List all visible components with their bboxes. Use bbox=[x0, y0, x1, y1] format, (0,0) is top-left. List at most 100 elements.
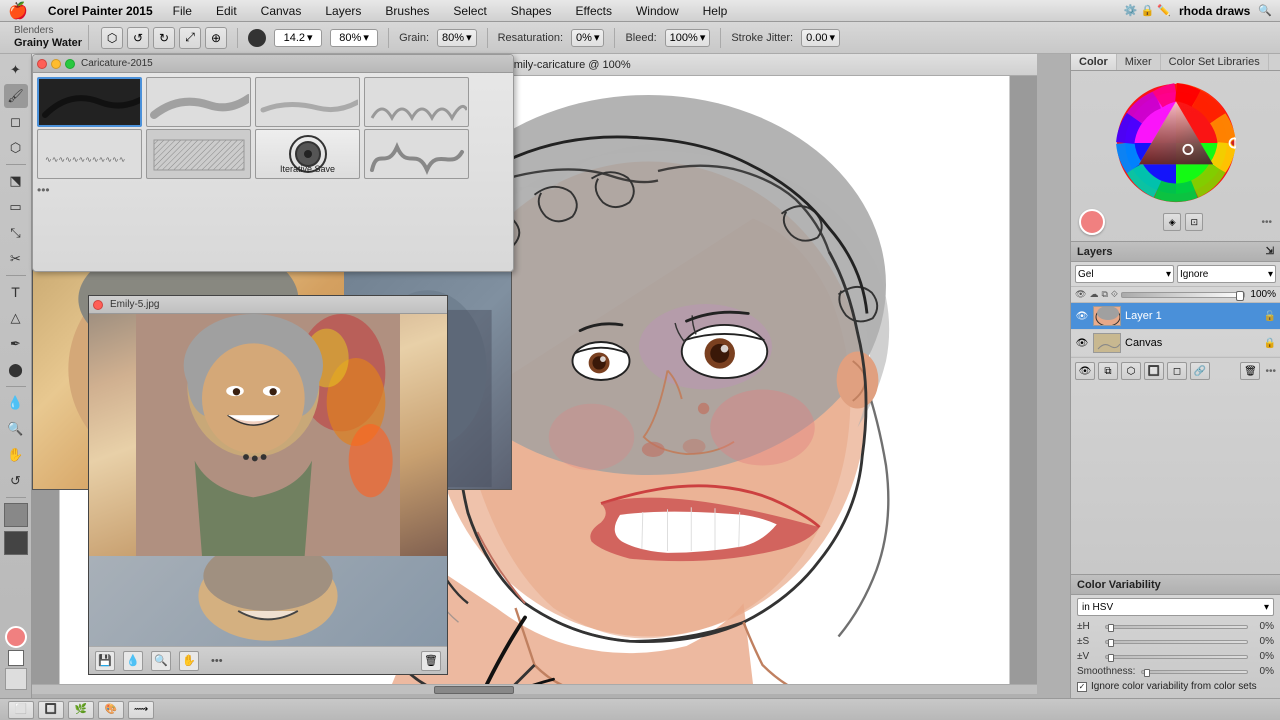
layers-delete-btn[interactable]: 🗑 bbox=[1240, 362, 1260, 380]
menu-edit[interactable]: Edit bbox=[212, 4, 241, 18]
crop-tool[interactable]: ✂ bbox=[4, 247, 28, 271]
brush-thumb-1[interactable] bbox=[37, 77, 142, 127]
brush-thumb-iterative-save[interactable]: Iterative Save bbox=[255, 129, 360, 179]
canvas-scrollbar[interactable] bbox=[32, 684, 1037, 694]
hand-tool[interactable]: ✋ bbox=[4, 443, 28, 467]
paper-texture-preview[interactable] bbox=[4, 503, 28, 527]
layers-options-icon[interactable]: ⇲ bbox=[1266, 246, 1274, 257]
main-color-swatch[interactable] bbox=[5, 626, 27, 648]
panel-minimize-btn[interactable] bbox=[51, 59, 61, 69]
paper-color-swatch[interactable] bbox=[5, 668, 27, 690]
dock-btn-4[interactable]: 🎨 bbox=[98, 701, 124, 719]
lasso-tool[interactable]: ⬔ bbox=[4, 169, 28, 193]
brush-save-icon[interactable]: ↻ bbox=[153, 27, 175, 49]
dock-btn-1[interactable]: ⬜ bbox=[8, 701, 34, 719]
zoom-tool[interactable]: 🔍 bbox=[4, 417, 28, 441]
color-palette-btn[interactable]: ⊡ bbox=[1185, 213, 1203, 231]
emily-hand-btn[interactable]: ✋ bbox=[179, 651, 199, 671]
variability-mode-dropdown[interactable]: in HSV ▾ bbox=[1077, 598, 1274, 616]
smoothness-slider[interactable] bbox=[1141, 670, 1248, 674]
shape-tool[interactable]: △ bbox=[4, 306, 28, 330]
blend-mode-dropdown[interactable]: Gel▾ bbox=[1075, 265, 1174, 283]
menu-window[interactable]: Window bbox=[632, 4, 683, 18]
emily-delete-btn[interactable]: 🗑 bbox=[421, 651, 441, 671]
smear-tool[interactable]: ⬡ bbox=[4, 136, 28, 160]
layer-1-visibility[interactable]: 👁 bbox=[1075, 309, 1089, 323]
panel-zoom-btn[interactable] bbox=[65, 59, 75, 69]
smoothness-slider-thumb[interactable] bbox=[1144, 669, 1150, 677]
emily-close-btn[interactable] bbox=[93, 300, 103, 310]
color-dropper-btn[interactable]: ◈ bbox=[1163, 213, 1181, 231]
color-wheel-svg[interactable] bbox=[1116, 83, 1236, 203]
brush-restore-icon[interactable]: ↺ bbox=[127, 27, 149, 49]
layers-eye-btn[interactable]: 👁 bbox=[1075, 362, 1095, 380]
h-slider-thumb[interactable] bbox=[1108, 624, 1114, 632]
current-color-circle[interactable] bbox=[1079, 209, 1105, 235]
menu-shapes[interactable]: Shapes bbox=[507, 4, 556, 18]
panel-close-btn[interactable] bbox=[37, 59, 47, 69]
brush-panel-header[interactable]: Caricature-2015 bbox=[33, 55, 513, 73]
opacity-slider-thumb[interactable] bbox=[1236, 291, 1244, 301]
eraser-tool[interactable]: ◻ bbox=[4, 110, 28, 134]
brush-thumb-4[interactable] bbox=[364, 77, 469, 127]
dock-btn-3[interactable]: 🌿 bbox=[68, 701, 94, 719]
opacity-slider[interactable] bbox=[1121, 292, 1245, 298]
brush-tool[interactable]: 🖌 bbox=[4, 84, 28, 108]
brush-thumb-6[interactable] bbox=[146, 129, 251, 179]
h-slider[interactable] bbox=[1105, 625, 1248, 629]
menu-help[interactable]: Help bbox=[699, 4, 732, 18]
dock-btn-2[interactable]: 🔲 bbox=[38, 701, 64, 719]
bleed-dropdown[interactable]: 100%▾ bbox=[665, 29, 711, 47]
search-icon[interactable]: 🔍 bbox=[1258, 4, 1272, 17]
layers-add-btn[interactable]: 🔲 bbox=[1144, 362, 1164, 380]
layers-lock-btn[interactable]: ⧉ bbox=[1098, 362, 1118, 380]
resaturation-dropdown[interactable]: 0%▾ bbox=[571, 29, 604, 47]
s-slider[interactable] bbox=[1105, 640, 1248, 644]
transform-tool[interactable]: ⤡ bbox=[4, 221, 28, 245]
rect-select-tool[interactable]: ▭ bbox=[4, 195, 28, 219]
layers-mask-btn[interactable]: ◻ bbox=[1167, 362, 1187, 380]
brush-creator-icon[interactable]: ⬡ bbox=[101, 27, 123, 49]
pen-tool[interactable]: ✒ bbox=[4, 332, 28, 356]
eyedropper-tool[interactable]: 💧 bbox=[4, 391, 28, 415]
brush-texture-preview[interactable] bbox=[4, 531, 28, 555]
scroll-thumb[interactable] bbox=[434, 686, 514, 694]
s-slider-thumb[interactable] bbox=[1108, 639, 1114, 647]
v-slider[interactable] bbox=[1105, 655, 1248, 659]
brush-align-icon[interactable]: ⊕ bbox=[205, 27, 227, 49]
ignore-variability-checkbox[interactable]: ✓ bbox=[1077, 682, 1087, 692]
layers-group-btn[interactable]: ⬡ bbox=[1121, 362, 1141, 380]
grain-dropdown[interactable]: 80%▾ bbox=[437, 29, 477, 47]
brush-more-dots[interactable]: ••• bbox=[37, 181, 50, 199]
ref-panel-emily-header[interactable]: Emily-5.jpg bbox=[89, 296, 447, 314]
brush-thumb-7[interactable] bbox=[364, 129, 469, 179]
menu-select[interactable]: Select bbox=[449, 4, 490, 18]
menu-file[interactable]: File bbox=[169, 4, 196, 18]
composite-dropdown[interactable]: Ignore▾ bbox=[1177, 265, 1276, 283]
tab-color[interactable]: Color bbox=[1071, 54, 1117, 70]
menu-brushes[interactable]: Brushes bbox=[381, 4, 433, 18]
text-tool[interactable]: T bbox=[4, 280, 28, 304]
tab-color-set-libraries[interactable]: Color Set Libraries bbox=[1161, 54, 1269, 70]
layers-more-dots[interactable]: ••• bbox=[1265, 366, 1276, 377]
menu-layers[interactable]: Layers bbox=[321, 4, 365, 18]
alt-color-swatch[interactable] bbox=[8, 650, 24, 666]
select-tool[interactable]: ✦ bbox=[4, 58, 28, 82]
layer-item-1[interactable]: 👁 Layer 1 🔓 bbox=[1071, 303, 1280, 330]
emily-zoom-btn[interactable]: 🔍 bbox=[151, 651, 171, 671]
brush-opacity-input[interactable]: 80% ▾ bbox=[330, 29, 378, 47]
layers-composite-btn[interactable]: 🔗 bbox=[1190, 362, 1210, 380]
tab-mixer[interactable]: Mixer bbox=[1117, 54, 1161, 70]
menu-effects[interactable]: Effects bbox=[571, 4, 615, 18]
brush-transform-icon[interactable]: ⤢ bbox=[179, 27, 201, 49]
brush-thumb-2[interactable] bbox=[146, 77, 251, 127]
canvas-layer-visibility[interactable]: 👁 bbox=[1075, 336, 1089, 350]
fill-tool[interactable]: ⬤ bbox=[4, 358, 28, 382]
brush-size-input[interactable]: 14.2 ▾ bbox=[274, 29, 322, 47]
brush-thumb-3[interactable] bbox=[255, 77, 360, 127]
dock-btn-5[interactable]: ⟿ bbox=[128, 701, 154, 719]
apple-menu[interactable]: 🍎 bbox=[8, 1, 28, 21]
v-slider-thumb[interactable] bbox=[1108, 654, 1114, 662]
rotate-tool[interactable]: ↺ bbox=[4, 469, 28, 493]
brush-thumb-5[interactable]: ∿∿∿∿∿∿∿∿∿∿∿∿ bbox=[37, 129, 142, 179]
